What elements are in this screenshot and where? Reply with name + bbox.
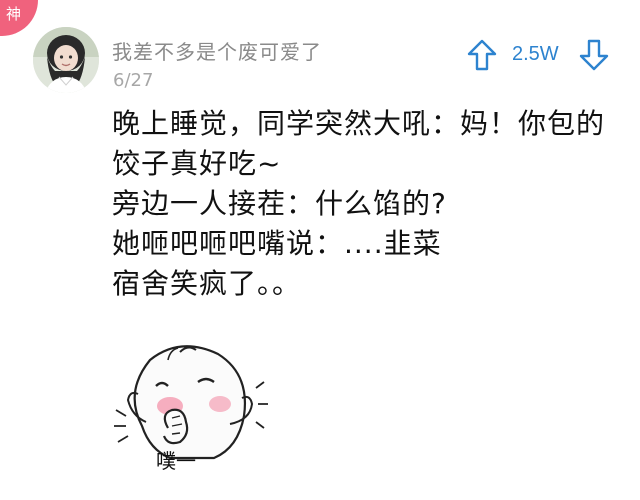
comment-date: 6/27 <box>113 70 154 91</box>
comment-body: 晚上睡觉，同学突然大吼：妈！你包的 饺子真好吃~ 旁边一人接茬：什么馅的? 她咂… <box>112 104 622 304</box>
comment-line-1: 晚上睡觉，同学突然大吼：妈！你包的 <box>112 107 606 140</box>
avatar-image <box>33 27 99 93</box>
comment-line-2: 饺子真好吃~ <box>112 147 282 180</box>
vote-count: 2.5W <box>512 43 559 65</box>
comment-line-4: 她咂吧咂吧嘴说：....韭菜 <box>112 227 442 260</box>
user-avatar[interactable] <box>33 27 99 93</box>
arrow-down-icon <box>579 39 609 71</box>
upvote-button[interactable] <box>466 38 498 72</box>
god-comment-badge: 神 <box>0 0 38 36</box>
downvote-button[interactable] <box>578 38 610 72</box>
sticker-caption: 噗一 <box>156 449 196 473</box>
arrow-up-icon <box>467 39 497 71</box>
god-comment-badge-label: 神 <box>6 5 22 23</box>
comment-username[interactable]: 我差不多是个废可爱了 <box>112 36 322 65</box>
comment-line-3: 旁边一人接茬：什么馅的? <box>112 187 447 220</box>
comment-line-5: 宿舍笑疯了。。 <box>112 267 302 300</box>
meme-sticker-image: 噗一 <box>114 345 268 473</box>
laughing-meme-sticker[interactable]: 噗一 <box>110 330 270 480</box>
